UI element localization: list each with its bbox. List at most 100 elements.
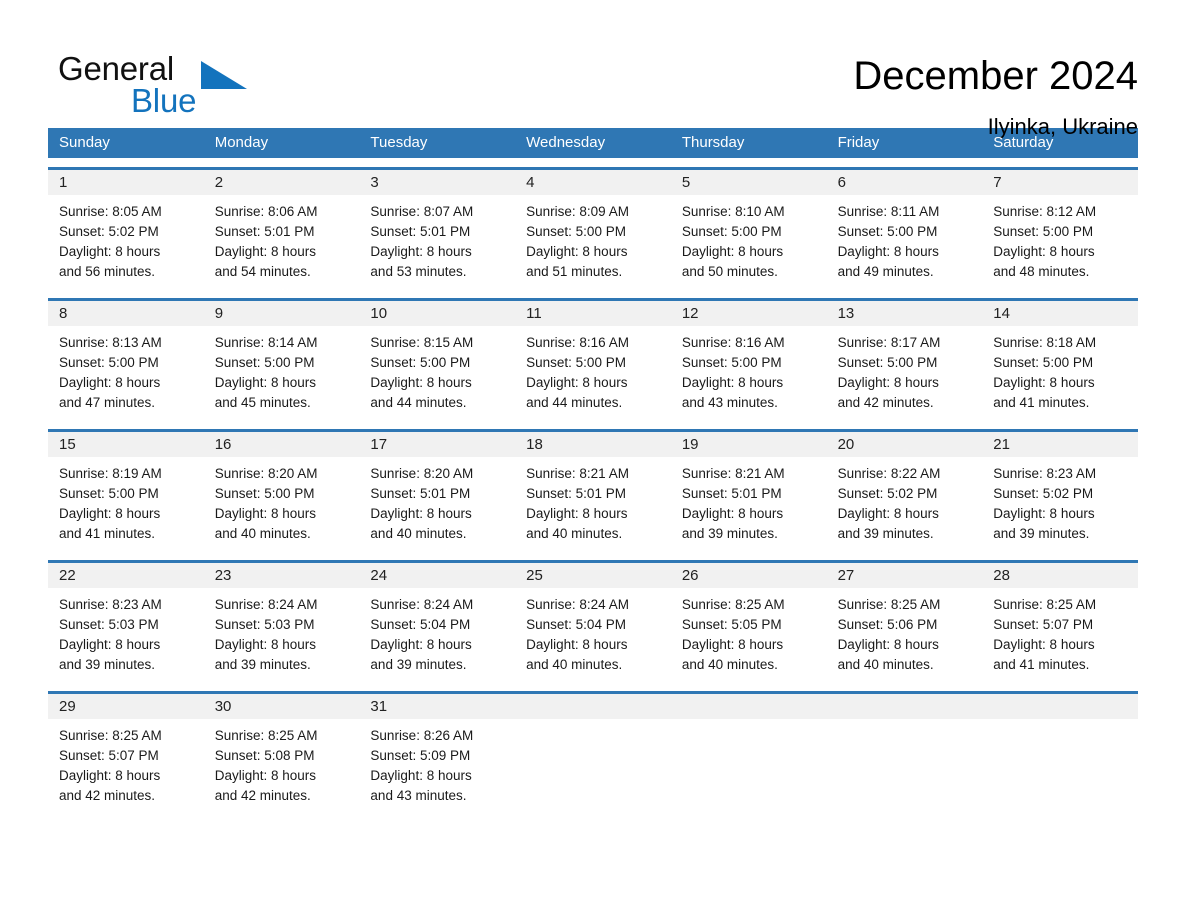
sunrise-text: Sunrise: 8:24 AM [370,597,474,612]
day-cell[interactable]: 31 Sunrise: 8:26 AM Sunset: 5:09 PM Dayligh… [359,694,516,816]
sunset-text: Sunset: 5:00 PM [59,486,159,501]
daylight-text-line2: and 54 minutes. [214,264,311,279]
daylight-text-line2: and 56 minutes. [59,264,156,279]
sunrise-text: Sunrise: 8:06 AM [214,204,318,219]
day-number: 5 [670,170,827,195]
day-cell[interactable]: 6 Sunrise: 8:11 AM Sunset: 5:00 PM Daylight… [826,170,983,292]
day-cell[interactable]: 2 Sunrise: 8:06 AM Sunset: 5:01 PM Daylight… [203,170,360,292]
daylight-text-line1: Daylight: 8 hours [837,375,939,390]
day-cell[interactable]: 28 Sunrise: 8:25 AM Sunset: 5:07 PM Dayligh… [982,563,1138,685]
day-details [671,719,827,726]
sunrise-text: Sunrise: 8:24 AM [526,597,629,612]
day-cell[interactable]: 26 Sunrise: 8:25 AM Sunset: 5:05 PM Dayligh… [670,563,827,685]
logo-text-blue: Blue [131,82,197,119]
day-cell[interactable]: 15 Sunrise: 8:19 AM Sunset: 5:00 PM Dayligh… [48,432,204,554]
daylight-text-line1: Daylight: 8 hours [59,244,161,259]
day-details: Sunrise: 8:25 AM Sunset: 5:05 PM Daylight:… [671,588,827,675]
sunset-text: Sunset: 5:00 PM [59,355,159,370]
daylight-text-line1: Daylight: 8 hours [59,506,161,521]
day-details: Sunrise: 8:21 AM Sunset: 5:01 PM Daylight:… [515,457,671,544]
sunset-text: Sunset: 5:02 PM [993,486,1094,501]
day-number: 20 [826,432,983,457]
sunset-text: Sunset: 5:05 PM [681,617,782,632]
weekday-header-tuesday: Tuesday [370,134,428,151]
day-cell[interactable]: 30 Sunrise: 8:25 AM Sunset: 5:08 PM Dayligh… [203,694,360,816]
day-details: Sunrise: 8:25 AM Sunset: 5:08 PM Daylight:… [204,719,360,806]
sunrise-text: Sunrise: 8:12 AM [993,204,1097,219]
daylight-text-line1: Daylight: 8 hours [214,244,317,259]
day-number: 11 [515,301,671,326]
daylight-text-line2: and 40 minutes. [526,657,623,672]
sunrise-text: Sunrise: 8:25 AM [59,728,162,743]
sunset-text: Sunset: 5:06 PM [837,617,938,632]
daylight-text-line2: and 51 minutes. [526,264,623,279]
day-cell[interactable]: 16 Sunrise: 8:20 AM Sunset: 5:00 PM Dayligh… [203,432,360,554]
daylight-text-line2: and 41 minutes. [59,526,156,541]
daylight-text-line1: Daylight: 8 hours [526,244,628,259]
day-cell-empty [826,694,983,816]
day-details [982,719,1138,726]
day-cell[interactable]: 19 Sunrise: 8:21 AM Sunset: 5:01 PM Dayligh… [670,432,827,554]
day-cell-empty [670,694,827,816]
day-cell[interactable]: 10 Sunrise: 8:15 AM Sunset: 5:00 PM Dayligh… [359,301,516,423]
day-cell[interactable]: 24 Sunrise: 8:24 AM Sunset: 5:04 PM Dayligh… [359,563,516,685]
day-details: Sunrise: 8:06 AM Sunset: 5:01 PM Daylight:… [204,195,360,282]
day-details: Sunrise: 8:12 AM Sunset: 5:00 PM Daylight:… [982,195,1138,282]
day-number: 31 [359,694,516,719]
sunset-text: Sunset: 5:03 PM [59,617,159,632]
daylight-text-line1: Daylight: 8 hours [526,506,628,521]
day-cell[interactable]: 3 Sunrise: 8:07 AM Sunset: 5:01 PM Daylight… [359,170,516,292]
day-cell[interactable]: 11 Sunrise: 8:16 AM Sunset: 5:00 PM Dayligh… [515,301,671,423]
day-cell[interactable]: 12 Sunrise: 8:16 AM Sunset: 5:00 PM Dayligh… [670,301,827,423]
day-cell[interactable]: 4 Sunrise: 8:09 AM Sunset: 5:00 PM Daylight… [515,170,671,292]
sunrise-text: Sunrise: 8:25 AM [837,597,941,612]
sunrise-text: Sunrise: 8:09 AM [526,204,629,219]
day-cell[interactable]: 25 Sunrise: 8:24 AM Sunset: 5:04 PM Dayligh… [515,563,671,685]
day-number: 18 [515,432,671,457]
daylight-text-line2: and 48 minutes. [993,264,1090,279]
sunset-text: Sunset: 5:00 PM [214,355,315,370]
sunset-text: Sunset: 5:01 PM [214,224,315,239]
day-cell[interactable]: 1 Sunrise: 8:05 AM Sunset: 5:02 PM Daylight… [48,170,204,292]
day-cell[interactable]: 22 Sunrise: 8:23 AM Sunset: 5:03 PM Dayligh… [48,563,204,685]
day-details: Sunrise: 8:15 AM Sunset: 5:00 PM Daylight:… [359,326,515,413]
sunrise-text: Sunrise: 8:17 AM [837,335,941,350]
weekday-header-saturday: Saturday [993,134,1054,151]
daylight-text-line1: Daylight: 8 hours [370,768,472,783]
day-cell[interactable]: 29 Sunrise: 8:25 AM Sunset: 5:07 PM Dayligh… [48,694,204,816]
daylight-text-line1: Daylight: 8 hours [59,768,161,783]
day-details: Sunrise: 8:11 AM Sunset: 5:00 PM Daylight:… [827,195,983,282]
daylight-text-line1: Daylight: 8 hours [681,244,784,259]
sunrise-text: Sunrise: 8:18 AM [993,335,1097,350]
sunrise-text: Sunrise: 8:16 AM [681,335,785,350]
sunset-text: Sunset: 5:00 PM [681,224,782,239]
generalblue-logo[interactable]: General Blue [58,52,258,124]
daylight-text-line2: and 42 minutes. [837,395,934,410]
day-cell[interactable]: 13 Sunrise: 8:17 AM Sunset: 5:00 PM Dayligh… [826,301,983,423]
day-cell[interactable]: 5 Sunrise: 8:10 AM Sunset: 5:00 PM Daylight… [670,170,827,292]
day-cell[interactable]: 27 Sunrise: 8:25 AM Sunset: 5:06 PM Dayligh… [826,563,983,685]
sunset-text: Sunset: 5:00 PM [837,355,938,370]
daylight-text-line1: Daylight: 8 hours [214,637,317,652]
day-number: 26 [670,563,827,588]
day-number: 23 [203,563,360,588]
day-cell[interactable]: 23 Sunrise: 8:24 AM Sunset: 5:03 PM Dayligh… [203,563,360,685]
sunrise-text: Sunrise: 8:26 AM [370,728,474,743]
daylight-text-line1: Daylight: 8 hours [993,244,1095,259]
day-cell[interactable]: 8 Sunrise: 8:13 AM Sunset: 5:00 PM Daylight… [48,301,204,423]
day-details: Sunrise: 8:25 AM Sunset: 5:07 PM Daylight:… [982,588,1138,675]
daylight-text-line1: Daylight: 8 hours [59,375,161,390]
day-cell[interactable]: 7 Sunrise: 8:12 AM Sunset: 5:00 PM Daylight… [982,170,1138,292]
sunrise-text: Sunrise: 8:15 AM [370,335,474,350]
weekday-header-friday: Friday [837,134,880,151]
day-cell[interactable]: 14 Sunrise: 8:18 AM Sunset: 5:00 PM Dayligh… [982,301,1138,423]
day-details: Sunrise: 8:10 AM Sunset: 5:00 PM Daylight:… [671,195,827,282]
day-cell[interactable]: 18 Sunrise: 8:21 AM Sunset: 5:01 PM Dayligh… [515,432,671,554]
day-cell[interactable]: 17 Sunrise: 8:20 AM Sunset: 5:01 PM Dayligh… [359,432,516,554]
daylight-text-line1: Daylight: 8 hours [681,375,784,390]
day-cell[interactable]: 21 Sunrise: 8:23 AM Sunset: 5:02 PM Dayligh… [982,432,1138,554]
day-number: 1 [48,170,204,195]
day-cell[interactable]: 9 Sunrise: 8:14 AM Sunset: 5:00 PM Daylight… [203,301,360,423]
day-number: 14 [982,301,1138,326]
day-cell[interactable]: 20 Sunrise: 8:22 AM Sunset: 5:02 PM Dayligh… [826,432,983,554]
